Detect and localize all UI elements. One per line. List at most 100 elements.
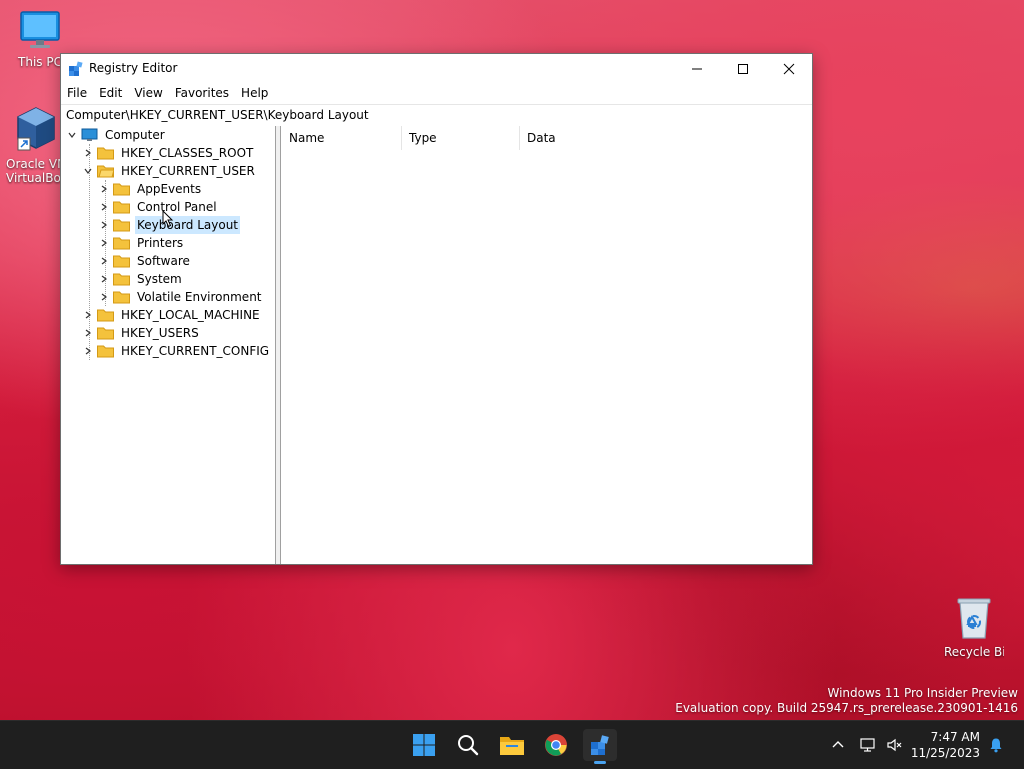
tree-item-label: Software [137, 254, 190, 268]
file-explorer-button[interactable] [495, 729, 529, 761]
file-explorer-icon [500, 737, 524, 755]
window-title: Registry Editor [89, 61, 178, 75]
network-button[interactable] [859, 735, 879, 755]
watermark-line2: Evaluation copy. Build 25947.rs_prerelea… [675, 701, 1018, 715]
folder-icon [97, 147, 114, 160]
menu-help[interactable]: Help [235, 83, 274, 104]
clock[interactable]: 7:47 AM 11/25/2023 [911, 729, 980, 761]
tree-item-control-panel[interactable]: Control Panel [97, 198, 219, 216]
menu-file[interactable]: File [61, 83, 93, 104]
bell-icon [990, 738, 1002, 753]
search-button[interactable] [451, 729, 485, 761]
chevron-up-icon [832, 741, 844, 748]
network-icon [860, 738, 875, 752]
tree-item-volatile-environment[interactable]: Volatile Environment [97, 288, 264, 306]
desktop-icon-virtualbox[interactable]: Oracle VM VirtualBox [6, 104, 66, 185]
chrome-icon [545, 734, 567, 756]
close-icon [783, 63, 795, 74]
panes: Computer HKEY_CLASSES_ROOT HKEY_CURRENT_… [61, 126, 812, 564]
tree-item-label: HKEY_USERS [121, 326, 199, 340]
chevron-right-icon[interactable] [97, 216, 111, 234]
tree-item-system[interactable]: System [97, 270, 184, 288]
tree-item-label: Control Panel [137, 200, 217, 214]
clock-date: 11/25/2023 [910, 746, 980, 760]
menu-bar: File Edit View Favorites Help [61, 83, 812, 104]
menu-view[interactable]: View [128, 83, 168, 104]
chrome-button[interactable] [539, 729, 573, 761]
tree-item-hkey-local-machine[interactable]: HKEY_LOCAL_MACHINE [81, 306, 262, 324]
chevron-right-icon[interactable] [97, 234, 111, 252]
search-icon [458, 735, 479, 756]
address-bar[interactable]: Computer\HKEY_CURRENT_USER\Keyboard Layo… [61, 104, 812, 127]
desktop-icon-label-line2: VirtualBox [6, 171, 66, 185]
registry-editor-icon [68, 61, 84, 80]
tree-item-hkey-current-user[interactable]: HKEY_CURRENT_USER [81, 162, 257, 180]
folder-icon [113, 237, 130, 250]
minimize-icon [692, 68, 702, 69]
start-icon [413, 734, 435, 756]
folder-icon [113, 291, 130, 304]
tree-item-label: Printers [137, 236, 184, 250]
chevron-right-icon[interactable] [81, 342, 95, 360]
volume-muted-icon [887, 738, 902, 752]
desktop-icon-label-line1: Oracle VM [6, 157, 66, 171]
recycle-bin-icon [957, 598, 991, 639]
minimize-button[interactable] [674, 54, 720, 83]
tree-item-hkey-classes-root[interactable]: HKEY_CLASSES_ROOT [81, 144, 255, 162]
tree-item-hkey-current-config[interactable]: HKEY_CURRENT_CONFIG [81, 342, 271, 360]
folder-icon [97, 327, 114, 340]
tree-item-appevents[interactable]: AppEvents [97, 180, 203, 198]
tree-item-label: HKEY_CURRENT_USER [121, 164, 255, 178]
folder-icon [113, 219, 130, 232]
column-header-type[interactable]: Type [401, 126, 520, 150]
monitor-icon [20, 11, 60, 48]
chevron-down-icon[interactable] [81, 162, 95, 180]
chevron-right-icon[interactable] [97, 252, 111, 270]
chevron-right-icon[interactable] [97, 180, 111, 198]
values-list[interactable]: Name Type Data [281, 126, 812, 564]
clock-time: 7:47 AM [930, 730, 980, 744]
chevron-down-icon[interactable] [65, 126, 79, 144]
column-header-name[interactable]: Name [281, 126, 402, 150]
notifications-button[interactable] [986, 735, 1006, 755]
tree-item-label: HKEY_CLASSES_ROOT [121, 146, 254, 160]
folder-icon [113, 183, 130, 196]
desktop-icon-recycle-bin[interactable]: Recycle Bin [944, 596, 1004, 659]
column-header-data[interactable]: Data [519, 126, 707, 150]
desktop-icon-label: Recycle Bin [944, 645, 1004, 659]
taskbar: 7:47 AM 11/25/2023 [0, 720, 1024, 769]
chevron-right-icon[interactable] [81, 144, 95, 162]
key-tree[interactable]: Computer HKEY_CLASSES_ROOT HKEY_CURRENT_… [61, 126, 276, 564]
chevron-right-icon[interactable] [97, 198, 111, 216]
show-hidden-icons-button[interactable] [828, 735, 848, 755]
tree-item-printers[interactable]: Printers [97, 234, 185, 252]
chevron-right-icon[interactable] [81, 306, 95, 324]
folder-icon [113, 255, 130, 268]
maximize-button[interactable] [720, 54, 766, 83]
tree-item-software[interactable]: Software [97, 252, 192, 270]
tree-item-label: HKEY_CURRENT_CONFIG [121, 344, 270, 358]
tree-item-label: Volatile Environment [137, 290, 262, 304]
chevron-right-icon[interactable] [97, 288, 111, 306]
tree-item-computer[interactable]: Computer [65, 126, 167, 144]
virtualbox-icon [17, 107, 55, 151]
menu-edit[interactable]: Edit [93, 83, 128, 104]
start-button[interactable] [407, 729, 441, 761]
folder-open-icon [97, 165, 114, 178]
tree-item-hkey-users[interactable]: HKEY_USERS [81, 324, 201, 342]
folder-icon [97, 309, 114, 322]
watermark-line1: Windows 11 Pro Insider Preview [827, 686, 1018, 700]
close-button[interactable] [766, 54, 812, 83]
title-bar[interactable]: Registry Editor [61, 54, 812, 83]
registry-editor-icon [591, 735, 609, 755]
tree-item-label: AppEvents [137, 182, 202, 196]
chevron-right-icon[interactable] [81, 324, 95, 342]
mouse-cursor-icon [162, 210, 174, 228]
menu-favorites[interactable]: Favorites [169, 83, 235, 104]
computer-icon [81, 128, 98, 141]
registry-editor-taskbar-button[interactable] [583, 729, 617, 764]
folder-icon [113, 201, 130, 214]
folder-icon [97, 345, 114, 358]
chevron-right-icon[interactable] [97, 270, 111, 288]
volume-button[interactable] [885, 735, 905, 755]
